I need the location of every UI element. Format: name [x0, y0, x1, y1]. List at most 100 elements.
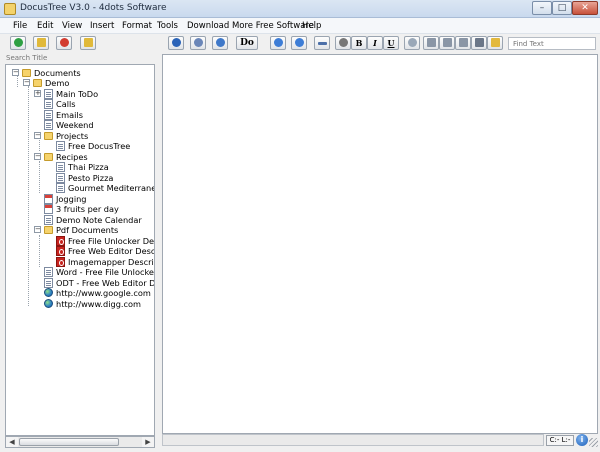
forward-button[interactable]: [291, 36, 307, 50]
calendar-icon: [44, 204, 53, 214]
delete-node-button[interactable]: [56, 36, 72, 50]
menu-tools[interactable]: Tools: [157, 21, 178, 31]
collapse-toggle[interactable]: −: [34, 226, 41, 233]
scroll-right-icon[interactable]: ▶: [142, 437, 154, 447]
node-label: Weekend: [56, 120, 94, 130]
align-right-button[interactable]: [455, 36, 471, 50]
calendar-icon: [44, 194, 53, 204]
app-icon: [4, 3, 16, 15]
collapse-toggle[interactable]: −: [34, 132, 41, 139]
menu-download-more[interactable]: Download More Free Software: [187, 21, 314, 31]
node-label: Pdf Documents: [56, 225, 119, 235]
node-label: Free Web Editor Descrip: [68, 246, 155, 256]
menu-file[interactable]: File: [13, 21, 27, 31]
menu-help[interactable]: Help: [302, 21, 321, 31]
folder-icon: [33, 79, 42, 87]
menu-view[interactable]: View: [62, 21, 82, 31]
scroll-thumb[interactable]: [19, 438, 119, 446]
menu-format[interactable]: Format: [122, 21, 152, 31]
document-icon: [56, 162, 65, 172]
do-button[interactable]: Do: [236, 36, 258, 50]
bullet-list-button[interactable]: [471, 36, 487, 50]
node-label: Demo: [45, 78, 70, 88]
maximize-button[interactable]: □: [552, 1, 572, 15]
find-text-input[interactable]: [508, 37, 596, 50]
document-icon: [44, 215, 53, 225]
align-left-button[interactable]: [423, 36, 439, 50]
back-button[interactable]: [270, 36, 286, 50]
pdf-icon: [56, 246, 65, 256]
font-icon: [338, 38, 348, 47]
scroll-left-icon[interactable]: ◀: [6, 437, 18, 447]
info-icon[interactable]: i: [576, 434, 588, 446]
search-title-input[interactable]: [6, 53, 154, 63]
refresh-icon: [215, 38, 225, 47]
insert-image-button[interactable]: [487, 36, 503, 50]
collapse-toggle[interactable]: −: [12, 69, 19, 76]
document-icon: [56, 141, 65, 151]
document-icon: [44, 120, 53, 130]
node-label: Projects: [56, 131, 89, 141]
color-button[interactable]: [404, 36, 420, 50]
resize-grip[interactable]: [589, 438, 598, 447]
document-icon: [44, 99, 53, 109]
close-button[interactable]: ✕: [572, 1, 598, 15]
menu-edit[interactable]: Edit: [37, 21, 53, 31]
open-folder-button[interactable]: [80, 36, 96, 50]
align-center-icon: [442, 38, 452, 47]
editor-area[interactable]: [162, 54, 598, 434]
folder-add-icon: [36, 38, 46, 47]
node-label: 3 fruits per day: [56, 204, 119, 214]
web-icon: [44, 288, 53, 297]
node-label: Pesto Pizza: [68, 173, 114, 183]
node-label: Calls: [56, 99, 76, 109]
tree-guide: [39, 161, 40, 193]
expand-toggle[interactable]: +: [34, 90, 41, 97]
node-label: Jogging: [56, 194, 87, 204]
folder-icon: [44, 132, 53, 140]
node-label: Word - Free File Unlocker D: [56, 267, 155, 277]
editor-horizontal-scrollbar[interactable]: [162, 434, 544, 446]
collapse-button[interactable]: [168, 36, 184, 50]
minimize-button[interactable]: –: [532, 1, 552, 15]
settings-button[interactable]: [190, 36, 206, 50]
node-label: Recipes: [56, 152, 88, 162]
document-tree: − Documents − Demo + Main ToDo Calls Ema…: [5, 64, 155, 436]
tree-guide: [28, 86, 29, 306]
bold-button[interactable]: B: [351, 36, 367, 50]
tree-guide: [17, 76, 18, 87]
pen-button[interactable]: [314, 36, 330, 50]
add-node-button[interactable]: [10, 36, 26, 50]
font-button[interactable]: [335, 36, 351, 50]
node-label: Free DocusTree: [68, 141, 131, 151]
right-arrow-icon: [294, 38, 304, 47]
italic-button[interactable]: I: [367, 36, 383, 50]
add-folder-button[interactable]: [33, 36, 49, 50]
node-label: Main ToDo: [56, 89, 99, 99]
refresh-button[interactable]: [212, 36, 228, 50]
window-title: DocusTree V3.0 - 4dots Software: [20, 3, 167, 13]
underline-button[interactable]: U: [383, 36, 399, 50]
palette-icon: [407, 38, 417, 47]
double-left-arrow-icon: [171, 38, 181, 47]
align-center-button[interactable]: [439, 36, 455, 50]
folder-open-icon: [83, 38, 93, 47]
menu-insert[interactable]: Insert: [90, 21, 114, 31]
folder-icon: [22, 69, 31, 77]
align-right-icon: [458, 38, 468, 47]
document-icon: [44, 267, 53, 277]
pen-icon: [317, 42, 327, 45]
node-label: http://www.google.com: [56, 288, 151, 298]
collapse-toggle[interactable]: −: [34, 153, 41, 160]
node-label: Demo Note Calendar: [56, 215, 142, 225]
collapse-toggle[interactable]: −: [23, 79, 30, 86]
document-icon: [56, 173, 65, 183]
tree-guide: [39, 140, 40, 151]
folder-icon: [44, 153, 53, 161]
document-icon: [44, 278, 53, 288]
node-label: Emails: [56, 110, 83, 120]
align-left-icon: [426, 38, 436, 47]
pdf-icon: [56, 257, 65, 267]
tree-horizontal-scrollbar[interactable]: ◀ ▶: [5, 436, 155, 448]
green-plus-icon: [13, 38, 23, 47]
